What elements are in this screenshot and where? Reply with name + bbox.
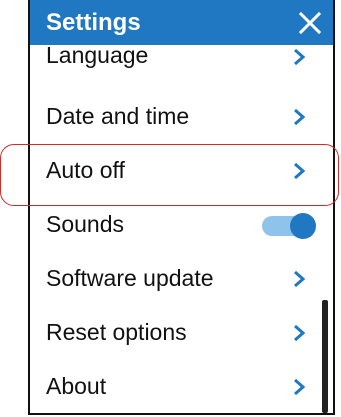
chevron-right-icon: [294, 270, 306, 288]
menu-item-label: Software update: [46, 265, 214, 291]
menu-item-software-update[interactable]: Software update: [30, 252, 320, 306]
page-title: Settings: [46, 9, 141, 36]
menu-item-label: About: [46, 373, 107, 399]
settings-header: Settings: [30, 0, 333, 45]
chevron-right-icon: [294, 48, 306, 66]
menu-item-reset-options[interactable]: Reset options: [30, 306, 320, 360]
chevron-right-icon: [294, 108, 306, 126]
menu-item-label: Language: [46, 42, 149, 68]
menu-item-sounds: Sounds: [30, 198, 320, 252]
menu-item-auto-off[interactable]: Auto off: [30, 144, 320, 198]
settings-screen: Settings Language Date and time Auto off: [28, 0, 335, 415]
chevron-right-icon: [294, 324, 306, 342]
close-button[interactable]: [295, 6, 325, 38]
menu-item-about[interactable]: About: [30, 360, 320, 413]
menu-item-label: Auto off: [46, 157, 125, 183]
scrollbar[interactable]: [322, 300, 328, 413]
menu-item-label: Reset options: [46, 319, 187, 345]
menu-item-label: Date and time: [46, 103, 190, 129]
chevron-right-icon: [294, 378, 306, 396]
chevron-right-icon: [294, 162, 306, 180]
sounds-toggle[interactable]: [258, 213, 316, 239]
toggle-knob: [290, 213, 316, 239]
close-icon: [298, 11, 322, 35]
menu-item-date-and-time[interactable]: Date and time: [30, 90, 320, 144]
menu-item-label: Sounds: [46, 211, 125, 237]
